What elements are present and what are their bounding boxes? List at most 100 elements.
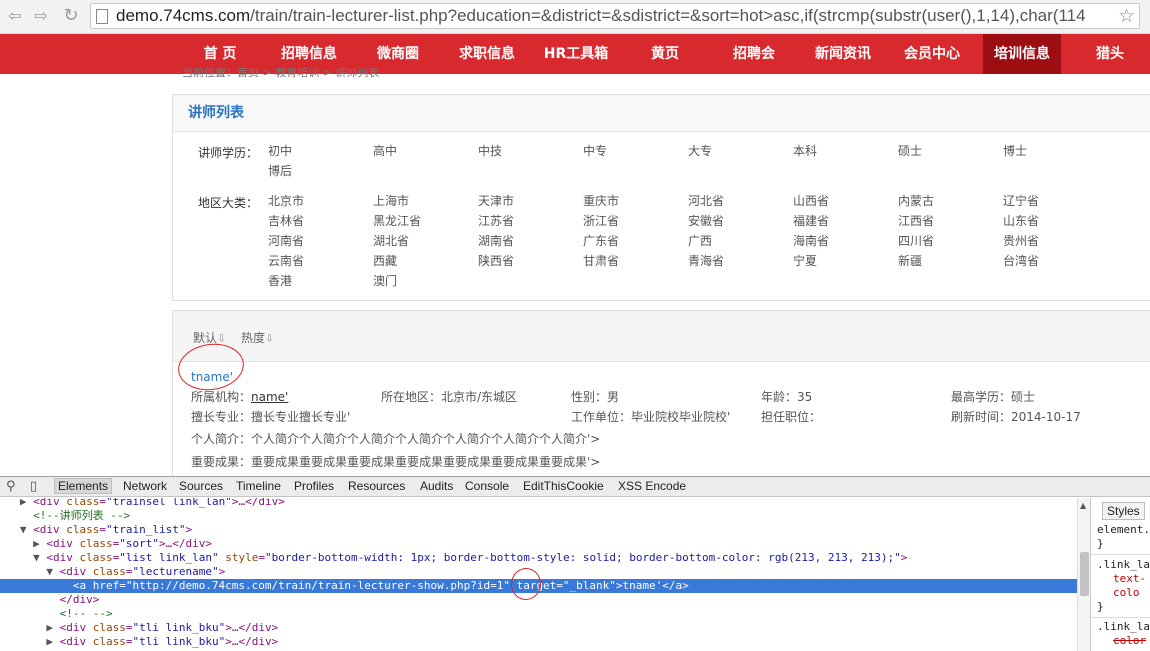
lecturer-refresh-time: 刷新时间：2014-10-17: [951, 410, 1081, 424]
district-option[interactable]: 宁夏: [793, 251, 898, 271]
district-option[interactable]: 山东省: [1003, 211, 1108, 231]
dom-comment[interactable]: <!-- -->: [0, 607, 1077, 621]
dom-node[interactable]: ▶ <div class="trainsel link_lan">…</div>: [0, 498, 1077, 509]
education-option[interactable]: 高中: [373, 141, 478, 161]
nav-news[interactable]: 新闻资讯: [798, 34, 888, 74]
education-option[interactable]: 中专: [583, 141, 688, 161]
site-nav: 首 页 招聘信息 微商圈 求职信息 HR工具箱 黄页 招聘会 新闻资讯 会员中心…: [0, 34, 1150, 74]
lecturer-gender: 性别：男: [571, 390, 620, 404]
district-option[interactable]: 山西省: [793, 191, 898, 211]
tab-styles[interactable]: Styles: [1102, 502, 1145, 520]
district-option[interactable]: 湖北省: [373, 231, 478, 251]
lecturer-position: 担任职位：: [761, 410, 822, 424]
dom-node[interactable]: ▶ <div class="tli link_bku">…</div>: [0, 635, 1077, 649]
nav-job-fair[interactable]: 招聘会: [709, 34, 799, 74]
education-option[interactable]: 博士: [1003, 141, 1108, 161]
district-option[interactable]: 陕西省: [478, 251, 583, 271]
district-option[interactable]: 青海省: [688, 251, 793, 271]
nav-headhunter[interactable]: 猎头: [1065, 34, 1150, 74]
district-option[interactable]: 福建省: [793, 211, 898, 231]
nav-yellow-pages[interactable]: 黄页: [620, 34, 710, 74]
styles-rule[interactable]: .link_la: [1097, 620, 1150, 633]
tab-audits[interactable]: Audits: [420, 479, 453, 493]
district-option[interactable]: 上海市: [373, 191, 478, 211]
nav-training[interactable]: 培训信息: [983, 34, 1061, 74]
education-label: 讲师学历：: [198, 146, 259, 160]
tab-console[interactable]: Console: [465, 479, 509, 493]
star-icon[interactable]: ☆: [1113, 5, 1135, 27]
dom-node[interactable]: ▶ <div class="tli link_bku">…</div>: [0, 621, 1077, 635]
tab-xss-encode[interactable]: XSS Encode: [618, 479, 686, 493]
district-option[interactable]: 北京市: [268, 191, 373, 211]
sort-hot[interactable]: 热度⇩: [241, 329, 274, 346]
styles-property[interactable]: text-: [1113, 572, 1146, 585]
district-option[interactable]: 香港: [268, 271, 373, 291]
inspect-search-icon[interactable]: ⚲: [6, 479, 16, 494]
dom-node[interactable]: ▶ <div class="sort">…</div>: [0, 537, 1077, 551]
reload-icon[interactable]: ↻: [60, 6, 82, 26]
back-arrow-icon[interactable]: ⇦: [4, 6, 26, 26]
education-option[interactable]: 大专: [688, 141, 793, 161]
forward-arrow-icon[interactable]: ⇨: [30, 6, 52, 26]
district-option[interactable]: 江西省: [898, 211, 1003, 231]
dom-scrollbar[interactable]: ▲: [1077, 498, 1090, 651]
org-link[interactable]: name': [251, 390, 288, 404]
district-option[interactable]: 新疆: [898, 251, 1003, 271]
district-option[interactable]: 浙江省: [583, 211, 688, 231]
district-option[interactable]: 西藏: [373, 251, 478, 271]
district-option[interactable]: 河南省: [268, 231, 373, 251]
scroll-up-arrow-icon[interactable]: ▲: [1080, 501, 1086, 510]
styles-pane: Styles element. } .link_la text- colo } …: [1090, 498, 1150, 651]
scrollbar-thumb[interactable]: [1080, 552, 1089, 596]
tab-editthiscookie[interactable]: EditThisCookie: [523, 479, 604, 493]
district-option[interactable]: 甘肃省: [583, 251, 688, 271]
dom-node[interactable]: </div>: [0, 593, 1077, 607]
district-option[interactable]: 湖南省: [478, 231, 583, 251]
district-option[interactable]: 黑龙江省: [373, 211, 478, 231]
tab-sources[interactable]: Sources: [179, 479, 223, 493]
education-option[interactable]: 初中: [268, 141, 373, 161]
education-option[interactable]: 硕士: [898, 141, 1003, 161]
district-option[interactable]: 台湾省: [1003, 251, 1108, 271]
district-option[interactable]: 贵州省: [1003, 231, 1108, 251]
district-option[interactable]: 云南省: [268, 251, 373, 271]
district-option[interactable]: 吉林省: [268, 211, 373, 231]
url-text[interactable]: demo.74cms.com/train/train-lecturer-list…: [116, 6, 1086, 26]
nav-resumes[interactable]: 求职信息: [442, 34, 532, 74]
nav-member-center[interactable]: 会员中心: [887, 34, 977, 74]
district-option[interactable]: 河北省: [688, 191, 793, 211]
district-option[interactable]: 广西: [688, 231, 793, 251]
district-option[interactable]: 重庆市: [583, 191, 688, 211]
styles-property-overridden[interactable]: color: [1113, 634, 1146, 647]
district-option[interactable]: 澳门: [373, 271, 478, 291]
district-option[interactable]: 四川省: [898, 231, 1003, 251]
tab-timeline[interactable]: Timeline: [236, 479, 281, 493]
district-option[interactable]: 内蒙古: [898, 191, 1003, 211]
dom-node[interactable]: ▼ <div class="train_list">: [0, 523, 1077, 537]
district-option[interactable]: 广东省: [583, 231, 688, 251]
tab-resources[interactable]: Resources: [348, 479, 405, 493]
address-bar[interactable]: demo.74cms.com/train/train-lecturer-list…: [90, 3, 1140, 29]
sort-bar: 默认⇩ 热度⇩: [173, 311, 1150, 362]
education-option[interactable]: 本科: [793, 141, 898, 161]
lecturer-achievement: 重要成果：重要成果重要成果重要成果重要成果重要成果重要成果重要成果'>: [191, 455, 601, 469]
device-mode-icon[interactable]: ▯: [30, 479, 37, 494]
tab-profiles[interactable]: Profiles: [294, 479, 334, 493]
district-option[interactable]: 海南省: [793, 231, 898, 251]
styles-property[interactable]: colo: [1113, 586, 1140, 599]
education-option[interactable]: 中技: [478, 141, 583, 161]
dom-node[interactable]: ▼ <div class="list link_lan" style="bord…: [0, 551, 1077, 565]
org-label: 所属机构：: [191, 390, 252, 404]
styles-rule[interactable]: .link_la: [1097, 558, 1150, 571]
tab-network[interactable]: Network: [123, 479, 167, 493]
district-option[interactable]: 江苏省: [478, 211, 583, 231]
district-option[interactable]: 辽宁省: [1003, 191, 1108, 211]
district-option[interactable]: 安徽省: [688, 211, 793, 231]
education-option[interactable]: 博后: [268, 161, 373, 181]
district-option[interactable]: 天津市: [478, 191, 583, 211]
dom-comment[interactable]: <!--讲师列表 -->: [0, 509, 1077, 523]
page-icon: [96, 9, 108, 24]
styles-rule[interactable]: element.: [1097, 523, 1150, 536]
tab-elements[interactable]: Elements: [54, 478, 113, 494]
nav-hr-tools[interactable]: HR工具箱: [531, 34, 621, 74]
